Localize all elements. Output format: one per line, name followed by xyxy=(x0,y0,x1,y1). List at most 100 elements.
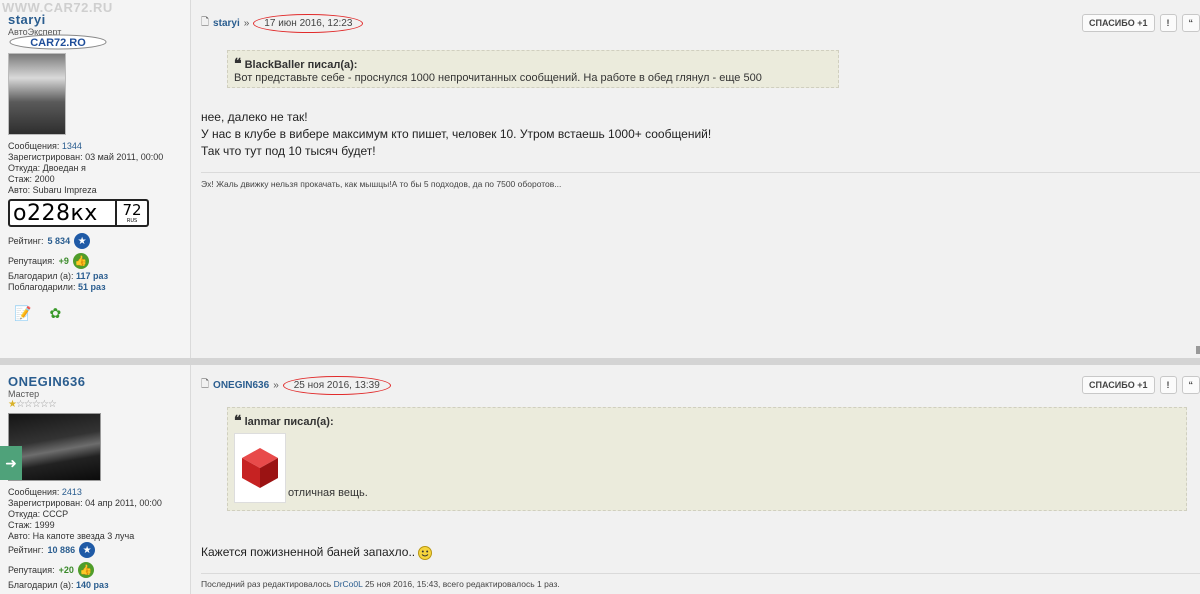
thanks-button[interactable]: СПАСИБО +1 xyxy=(1082,14,1155,32)
plate-region: 72 RUS xyxy=(115,201,147,225)
post-date[interactable]: 17 июн 2016, 12:23 xyxy=(253,14,364,33)
plate-region-code: 72 xyxy=(122,200,142,219)
rating-value: 10 886 xyxy=(47,545,76,555)
post-icon: 🗋 xyxy=(201,379,210,390)
post-date[interactable]: 25 ноя 2016, 13:39 xyxy=(282,376,391,395)
license-plate: о228кх 72 RUS xyxy=(8,199,149,227)
cube-icon xyxy=(242,448,278,488)
rating-row: Рейтинг: 10 886 ★ xyxy=(8,542,190,558)
signature: Эх! Жаль движку нельзя прокачать, как мы… xyxy=(201,179,562,189)
location: Двоедан я xyxy=(42,163,86,173)
location: СССР xyxy=(42,509,69,519)
quote-text: отличная вещь. xyxy=(288,487,368,499)
post-icon: 🗋 xyxy=(201,17,210,28)
info-label: Авто: xyxy=(8,531,31,541)
post-content: 🗋 staryi » 17 июн 2016, 12:23 СПАСИБО +1… xyxy=(190,0,1200,358)
site-logo: CAR72.RO xyxy=(9,34,107,50)
thanks-button[interactable]: СПАСИБО +1 xyxy=(1082,376,1155,394)
star-icon: ★ xyxy=(74,233,91,249)
info-label: Авто: xyxy=(8,185,31,195)
post-body: нее, далеко не так! У нас в клубе в вибе… xyxy=(201,109,711,160)
experience: 1999 xyxy=(34,520,55,530)
thumbs-up-icon[interactable]: 👍 xyxy=(77,562,94,578)
registered-date: 04 апр 2011, 00:00 xyxy=(85,498,162,508)
post-actions: СПАСИБО +1 ! “ xyxy=(1082,14,1200,32)
scroll-indicator xyxy=(1196,346,1200,354)
info-label: Откуда: xyxy=(8,509,41,519)
reputation-value: +9 xyxy=(58,256,69,266)
post-header: 🗋 ONEGIN636 » 25 ноя 2016, 13:39 xyxy=(201,376,391,395)
quote-header: ❝ BlackBaller писал(а): xyxy=(234,55,832,72)
quote-text: Вот представьте себе - проснулся 1000 не… xyxy=(234,72,762,84)
quote-header: ❝ lanmar писал(а): xyxy=(234,412,1180,429)
site-watermark: WWW.CAR72.RU xyxy=(2,0,113,15)
post-author-panel: staryi АвтоЭксперт Сообщения: 1344 Зарег… xyxy=(0,0,190,358)
signature-divider xyxy=(201,172,1200,173)
thanks-info: Благодарил (а): 117 раз Поблагодарили: 5… xyxy=(8,271,190,293)
report-button[interactable]: ! xyxy=(1159,14,1177,32)
car: На капоте звезда 3 луча xyxy=(32,531,135,541)
post-body-line: Кажется пожизненной баней запахло.. xyxy=(201,545,416,559)
thanked-label: Благодарил (а): xyxy=(8,580,74,590)
info-label: Стаж: xyxy=(8,520,33,530)
post-author-panel: ONEGIN636 Мастер ★☆☆☆☆☆ Сообщения: 2413 … xyxy=(0,365,190,594)
thanked-value[interactable]: 117 раз xyxy=(76,271,108,281)
profile-icon[interactable]: 📝 xyxy=(14,305,31,322)
quote-author: BlackBaller писал(а): xyxy=(244,59,358,71)
forum-post: ONEGIN636 Мастер ★☆☆☆☆☆ Сообщения: 2413 … xyxy=(0,365,1200,594)
smile-icon xyxy=(418,545,433,560)
rank-stars: ★☆☆☆☆☆ xyxy=(8,399,57,410)
info-label: Сообщения: xyxy=(8,141,60,151)
post-header-arrow: » xyxy=(243,18,250,29)
edit-suffix: 25 ноя 2016, 15:43, всего редактировалос… xyxy=(364,579,560,589)
post-author-link[interactable]: ONEGIN636 xyxy=(213,380,269,391)
star-icon: ★ xyxy=(79,542,96,558)
post-body-line: У нас в клубе в вибере максимум кто пише… xyxy=(201,127,712,141)
post-content: 🗋 ONEGIN636 » 25 ноя 2016, 13:39 СПАСИБО… xyxy=(190,365,1200,594)
post-header: 🗋 staryi » 17 июн 2016, 12:23 xyxy=(201,14,364,33)
car: Subaru Impreza xyxy=(32,185,97,195)
post-count[interactable]: 1344 xyxy=(62,141,82,151)
post-actions: СПАСИБО +1 ! “ xyxy=(1082,376,1200,394)
info-label: Зарегистрирован: xyxy=(8,498,83,508)
plate-number: о228кх xyxy=(13,200,98,226)
post-author-link[interactable]: staryi xyxy=(213,18,240,29)
reputation-row: Репутация: +9 👍 xyxy=(8,253,190,269)
user-info: Сообщения: 2413 Зарегистрирован: 04 апр … xyxy=(8,487,190,542)
rating-label: Рейтинг: xyxy=(8,236,44,246)
info-label: Откуда: xyxy=(8,163,41,173)
info-label: Стаж: xyxy=(8,174,33,184)
info-label: Сообщения: xyxy=(8,487,60,497)
thumbs-up-icon[interactable]: 👍 xyxy=(72,253,89,269)
post-author-username[interactable]: ONEGIN636 xyxy=(8,374,190,389)
rating-row: Рейтинг: 5 834 ★ xyxy=(8,233,190,249)
info-label: Зарегистрирован: xyxy=(8,152,83,162)
edit-notice: Последний раз редактировалось DrCo0L 25 … xyxy=(201,579,560,589)
quote-button[interactable]: “ xyxy=(1181,376,1200,394)
quote-block: ❝ BlackBaller писал(а): Вот представьте … xyxy=(227,50,839,88)
post-count[interactable]: 2413 xyxy=(62,487,82,497)
quote-button[interactable]: “ xyxy=(1181,14,1200,32)
reputation-label: Репутация: xyxy=(8,565,55,575)
quoted-image[interactable] xyxy=(234,433,286,503)
edit-prefix: Последний раз редактировалось xyxy=(201,579,332,589)
thanks-info: Благодарил (а): 140 раз xyxy=(8,580,190,591)
scroll-up-button[interactable]: ➜ xyxy=(0,446,22,480)
reputation-value: +20 xyxy=(58,565,74,575)
rating-value: 5 834 xyxy=(47,236,71,246)
user-info: Сообщения: 1344 Зарегистрирован: 03 май … xyxy=(8,141,190,196)
icq-icon[interactable]: ✿ xyxy=(49,305,61,322)
edit-user-link[interactable]: DrCo0L xyxy=(334,579,363,589)
thanked-by-value[interactable]: 51 раз xyxy=(78,282,106,292)
edit-divider xyxy=(201,573,1200,574)
experience: 2000 xyxy=(34,174,55,184)
registered-date: 03 май 2011, 00:00 xyxy=(85,152,164,162)
forum-post: staryi АвтоЭксперт Сообщения: 1344 Зарег… xyxy=(0,0,1200,358)
thanked-value[interactable]: 140 раз xyxy=(76,580,109,590)
svg-text:CAR72.RO: CAR72.RO xyxy=(30,37,86,49)
quote-block: ❝ lanmar писал(а): отличная вещь. xyxy=(227,407,1187,511)
quote-author: lanmar писал(а): xyxy=(244,416,334,428)
report-button[interactable]: ! xyxy=(1159,376,1177,394)
post-header-arrow: » xyxy=(273,380,279,391)
quote-mark-icon: ❝ xyxy=(234,55,242,71)
